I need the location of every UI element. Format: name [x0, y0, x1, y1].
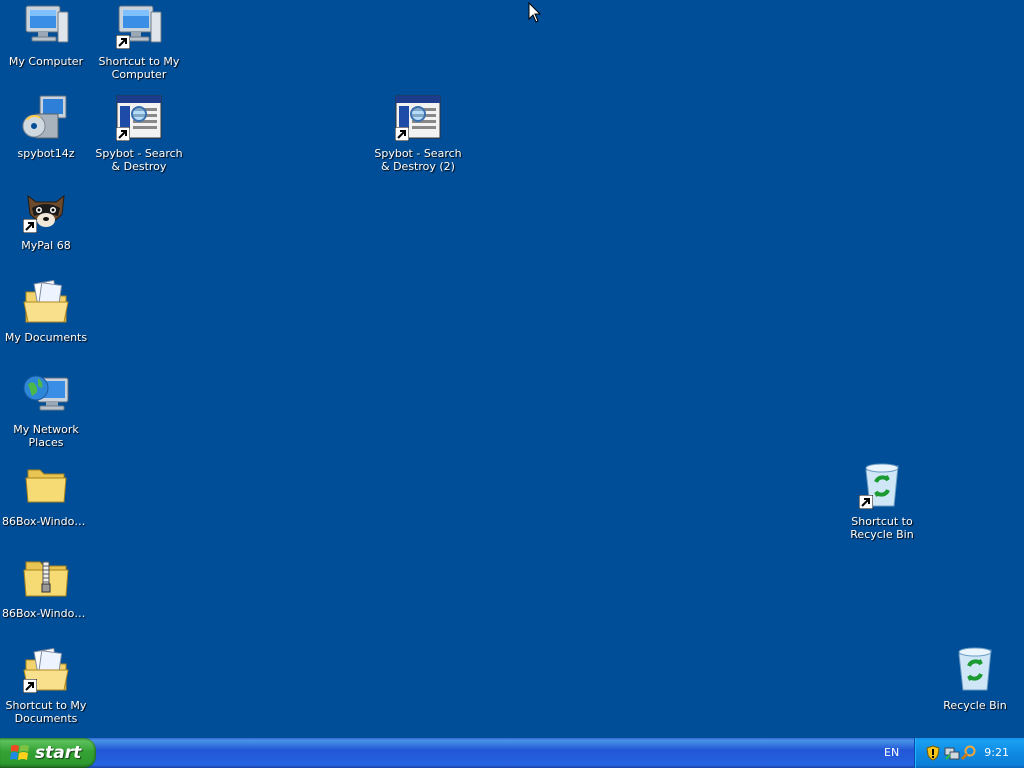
shortcut-arrow-icon [395, 127, 409, 141]
computer-icon [22, 2, 70, 50]
zip-folder-icon [22, 554, 70, 602]
spybot14z-installer-icon[interactable]: spybot14z [0, 94, 92, 160]
spybot-window-icon [115, 94, 163, 142]
start-button[interactable]: start [0, 738, 96, 768]
start-label: start [35, 743, 82, 763]
spybot-search-destroy-icon[interactable]: Spybot - Search & Destroy [93, 94, 185, 173]
icon-label: Shortcut to My Documents [5, 699, 87, 725]
icon-label: Shortcut to My Computer [98, 55, 180, 81]
shortcut-arrow-icon [859, 495, 873, 509]
recycle-bin-icon-art [951, 646, 999, 694]
recycle-bin-shortcut-icon [858, 462, 906, 510]
icon-label: My Network Places [13, 423, 79, 449]
network-globe-icon [22, 370, 70, 418]
icon-label: Spybot - Search & Destroy [95, 147, 183, 173]
icon-label: 86Box-Windows-64-b5838 [2, 607, 92, 620]
mouse-cursor-icon [528, 2, 542, 23]
windows-logo-icon [10, 745, 29, 760]
my-network-places-icon[interactable]: My Network Places [0, 370, 92, 449]
icon-label: Shortcut to Recycle Bin [850, 515, 914, 541]
security-shield-icon[interactable] [925, 745, 941, 761]
spybot-search-destroy-2-icon[interactable]: Spybot - Search & Destroy (2) [372, 94, 464, 173]
icon-label: My Documents [4, 331, 88, 344]
86box-folder-icon[interactable]: 86Box-Windows-64-b5838 [0, 462, 92, 528]
shortcut-to-my-documents-icon[interactable]: Shortcut to My Documents [0, 646, 92, 725]
mypal-68-icon[interactable]: MyPal 68 [0, 186, 92, 252]
documents-folder-shortcut-icon [22, 646, 70, 694]
shortcut-arrow-icon [116, 127, 130, 141]
shortcut-arrow-icon [23, 679, 37, 693]
shortcut-arrow-icon [116, 35, 130, 49]
raccoon-browser-icon [22, 186, 70, 234]
desktop[interactable]: My Computer Shortcut to My Computer spyb… [0, 0, 1024, 738]
system-tray: 9:21 [914, 738, 1024, 768]
icon-label: MyPal 68 [21, 239, 71, 252]
installer-icon [22, 94, 70, 142]
icon-label: My Computer [8, 55, 84, 68]
icon-label: Spybot - Search & Destroy (2) [374, 147, 462, 173]
language-indicator[interactable]: EN [884, 746, 899, 759]
computer-shortcut-icon [115, 2, 163, 50]
my-computer-icon[interactable]: My Computer [0, 2, 92, 68]
network-icon[interactable] [944, 745, 960, 761]
86box-zip-icon[interactable]: 86Box-Windows-64-b5838 [0, 554, 92, 620]
icon-label: spybot14z [17, 147, 75, 160]
documents-folder-icon [22, 278, 70, 326]
icon-label: 86Box-Windows-64-b5838 [2, 515, 92, 528]
icon-label: Recycle Bin [943, 699, 1007, 712]
clock[interactable]: 9:21 [984, 746, 1009, 759]
my-documents-icon[interactable]: My Documents [0, 278, 92, 344]
shortcut-arrow-icon [23, 219, 37, 233]
search-icon[interactable] [961, 745, 977, 761]
spybot-window-icon [394, 94, 442, 142]
shortcut-to-recycle-bin-icon[interactable]: Shortcut to Recycle Bin [836, 462, 928, 541]
shortcut-to-my-computer-icon[interactable]: Shortcut to My Computer [93, 2, 185, 81]
taskbar: start EN 9:21 [0, 738, 1024, 768]
folder-icon [22, 462, 70, 510]
recycle-bin-icon[interactable]: Recycle Bin [929, 646, 1021, 712]
